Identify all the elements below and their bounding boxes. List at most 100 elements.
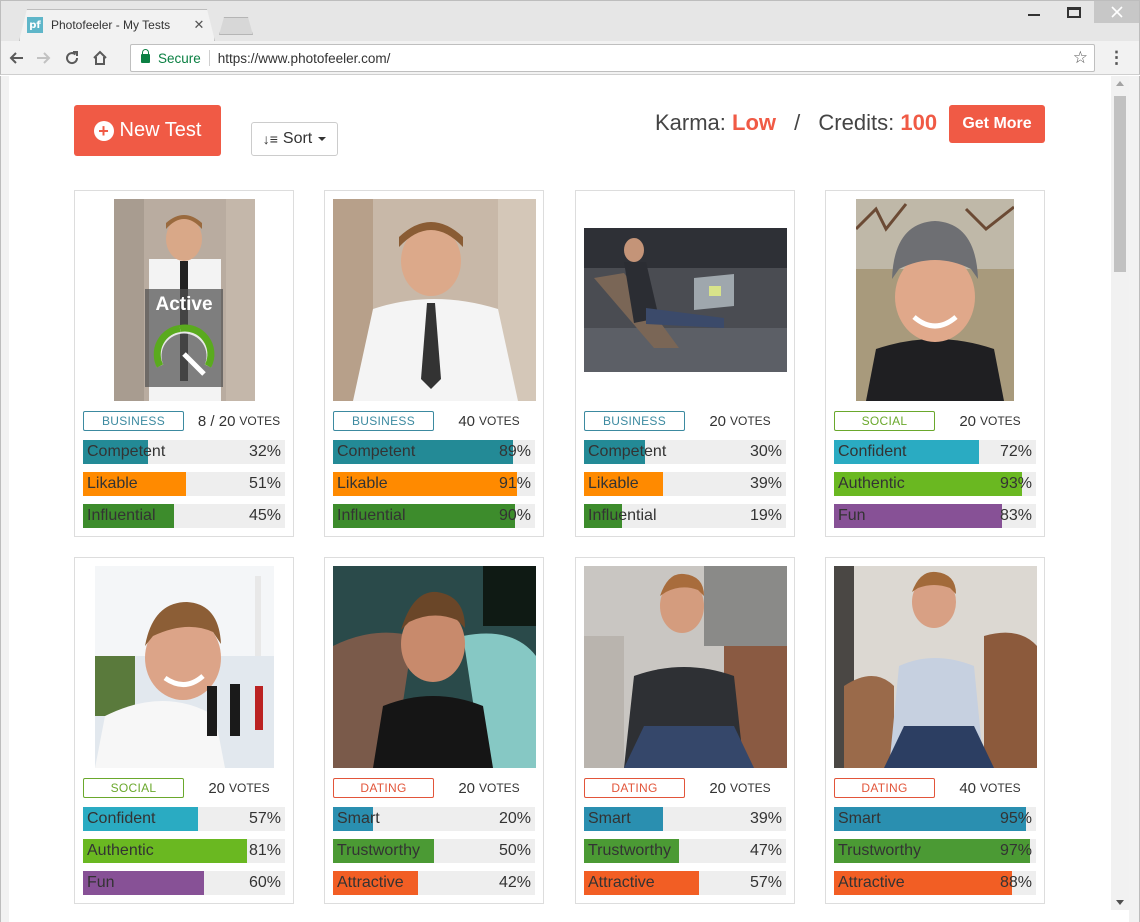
new-test-button[interactable]: + New Test	[74, 105, 221, 156]
trait-bar: Attractive 88%	[834, 871, 1036, 895]
trait-percent: 97%	[999, 842, 1032, 859]
back-button[interactable]	[3, 45, 29, 71]
photo-image	[95, 566, 274, 768]
trait-percent: 95%	[999, 810, 1032, 827]
trait-name: Competent	[588, 443, 667, 460]
lock-icon	[141, 48, 150, 63]
trait-name: Attractive	[588, 874, 655, 891]
trait-percent: 83%	[999, 507, 1032, 524]
scroll-down-icon[interactable]	[1116, 900, 1124, 905]
trait-name: Authentic	[87, 842, 154, 859]
bookmark-star-icon[interactable]: ☆	[1073, 48, 1088, 68]
test-photo[interactable]	[584, 566, 787, 768]
trait-percent: 20%	[498, 810, 531, 827]
votes-label: VOTES	[730, 781, 771, 795]
vote-count: 40 VOTES	[437, 411, 541, 431]
page-scrollbar[interactable]	[1111, 76, 1129, 910]
test-photo[interactable]	[834, 566, 1037, 768]
photo-image	[333, 566, 536, 768]
karma-divider: /	[794, 110, 801, 135]
test-card[interactable]: DATING 20 VOTES Smart 39% Trustworthy 47% A…	[575, 557, 795, 904]
test-photo[interactable]	[584, 228, 787, 372]
scroll-up-icon[interactable]	[1116, 81, 1124, 86]
trait-percent: 91%	[498, 475, 531, 492]
trait-bar: Confident 72%	[834, 440, 1036, 464]
window-close-button[interactable]	[1094, 1, 1139, 23]
trait-percent: 93%	[999, 475, 1032, 492]
credits-label: Credits:	[818, 110, 895, 135]
vote-number: 40	[959, 779, 976, 797]
test-photo[interactable]: Active	[114, 199, 255, 401]
karma-label: Karma:	[655, 110, 726, 135]
test-card[interactable]: BUSINESS 20 VOTES Competent 30% Likable 39%…	[575, 190, 795, 537]
window-controls	[1014, 1, 1139, 23]
trait-bar: Authentic 81%	[83, 839, 285, 863]
vote-number: 20	[709, 412, 726, 430]
trait-name: Competent	[337, 443, 416, 460]
sort-label: Sort	[282, 130, 313, 147]
trait-name: Smart	[838, 810, 881, 827]
plus-circle-icon: +	[93, 120, 114, 141]
test-photo[interactable]	[333, 566, 536, 768]
trait-bar: Likable 91%	[333, 472, 535, 496]
tab-close-icon[interactable]: ✕	[191, 17, 207, 33]
trait-name: Confident	[838, 443, 907, 460]
new-tab-button[interactable]	[219, 17, 253, 35]
forward-button[interactable]	[31, 45, 57, 71]
votes-label: VOTES	[980, 781, 1021, 795]
trait-percent: 19%	[749, 507, 782, 524]
karma-value: Low	[732, 110, 777, 135]
trait-bar: Attractive 57%	[584, 871, 786, 895]
category-tag: BUSINESS	[333, 411, 434, 431]
trait-bar: Influential 19%	[584, 504, 786, 528]
scroll-thumb[interactable]	[1114, 96, 1126, 272]
trait-name: Fun	[87, 874, 115, 891]
test-card[interactable]: DATING 40 VOTES Smart 95% Trustworthy 97% A…	[825, 557, 1045, 904]
category-tag: SOCIAL	[83, 778, 184, 798]
trait-percent: 89%	[498, 443, 531, 460]
trait-name: Influential	[588, 507, 657, 524]
test-card[interactable]: SOCIAL 20 VOTES Confident 57% Authentic 81%…	[74, 557, 294, 904]
minimize-button[interactable]	[1014, 1, 1054, 23]
test-photo[interactable]	[856, 199, 1014, 401]
maximize-button[interactable]	[1054, 1, 1094, 23]
test-card[interactable]: Active BUSINESS 8 / 20 VOTES Competent 32%…	[74, 190, 294, 537]
page-content: + New Test ↓≡ Sort Karma: Low / Credits:…	[9, 76, 1111, 922]
trait-name: Attractive	[337, 874, 404, 891]
test-photo[interactable]	[333, 199, 536, 401]
trait-name: Authentic	[838, 475, 905, 492]
test-card[interactable]: BUSINESS 40 VOTES Competent 89% Likable 91%…	[324, 190, 544, 537]
test-photo[interactable]	[95, 566, 274, 768]
home-button[interactable]	[87, 45, 113, 71]
get-more-button[interactable]: Get More	[949, 105, 1045, 143]
sort-dropdown[interactable]: ↓≡ Sort	[251, 122, 338, 156]
home-icon	[93, 50, 107, 65]
trait-bar: Confident 57%	[83, 807, 285, 831]
trait-percent: 32%	[248, 443, 281, 460]
vote-count: 20 VOTES	[938, 411, 1042, 431]
browser-menu-icon[interactable]: ⋮	[1108, 48, 1125, 68]
trait-bar: Trustworthy 47%	[584, 839, 786, 863]
test-card[interactable]: DATING 20 VOTES Smart 20% Trustworthy 50% A…	[324, 557, 544, 904]
test-card[interactable]: SOCIAL 20 VOTES Confident 72% Authentic 93%…	[825, 190, 1045, 537]
new-test-label: New Test	[119, 119, 202, 141]
trait-bar: Likable 51%	[83, 472, 285, 496]
trait-bar: Attractive 42%	[333, 871, 535, 895]
votes-label: VOTES	[479, 781, 520, 795]
trait-name: Likable	[87, 475, 138, 492]
forward-arrow-icon	[37, 52, 51, 64]
trait-name: Trustworthy	[337, 842, 420, 859]
trait-percent: 47%	[749, 842, 782, 859]
window-border-left	[0, 76, 9, 922]
reload-button[interactable]	[59, 45, 85, 71]
url-text[interactable]: https://www.photofeeler.com/	[218, 51, 391, 66]
trait-name: Smart	[588, 810, 631, 827]
browser-tab-content[interactable]: pf Photofeeler - My Tests ✕	[27, 13, 207, 37]
vote-number: 40	[458, 412, 475, 430]
vote-number: 20	[959, 412, 976, 430]
photo-image	[584, 566, 787, 768]
address-bar[interactable]: Secure https://www.photofeeler.com/ ☆	[130, 44, 1095, 72]
karma-credits-display: Karma: Low / Credits: 100	[655, 110, 937, 136]
trait-name: Influential	[87, 507, 156, 524]
window-border-right	[1129, 76, 1140, 922]
